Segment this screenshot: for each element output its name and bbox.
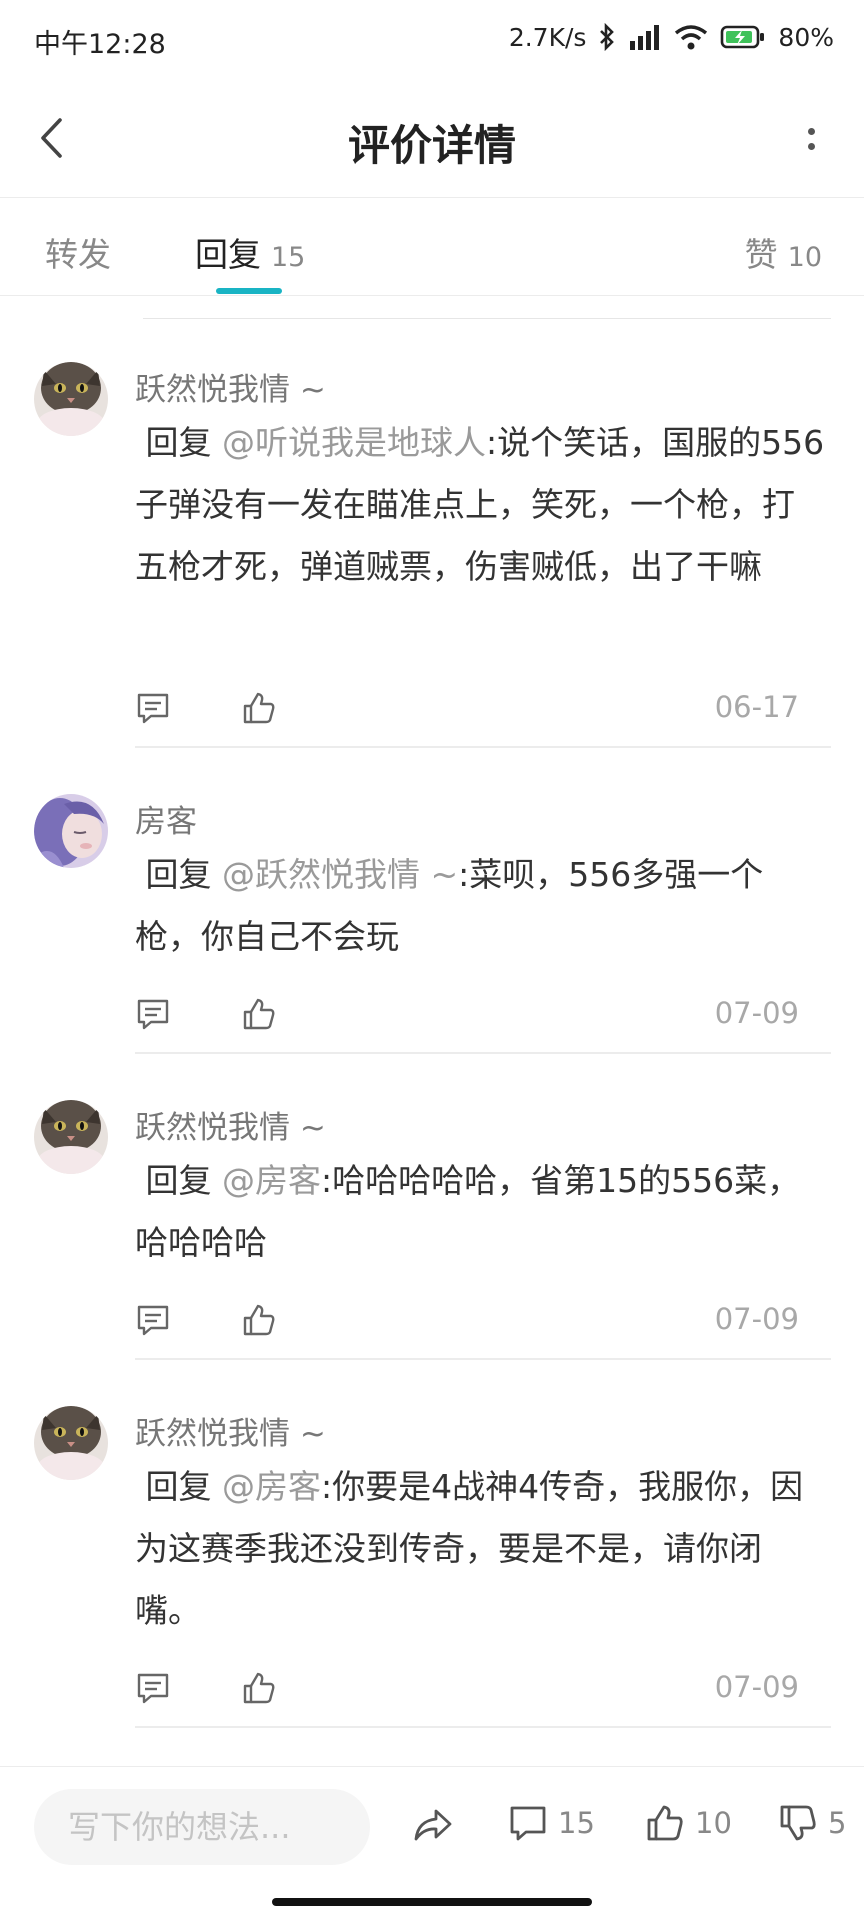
reply-prefix: 回复 bbox=[145, 423, 212, 462]
comment-date: 07-09 bbox=[714, 1302, 799, 1336]
tab-bar: 转发 回复 15 赞 10 bbox=[0, 198, 864, 296]
tab-like[interactable]: 赞 10 bbox=[745, 228, 822, 276]
comment-date: 07-09 bbox=[714, 1670, 799, 1704]
comment-date: 06-17 bbox=[714, 690, 799, 724]
status-bar: 中午12:28 2.7K/s 80% bbox=[0, 0, 864, 78]
anime-avatar-icon bbox=[34, 794, 108, 868]
tab-forward-label: 转发 bbox=[45, 235, 111, 274]
tab-forward[interactable]: 转发 bbox=[45, 228, 111, 276]
dislike-count: 5 bbox=[828, 1806, 847, 1840]
avatar[interactable] bbox=[34, 362, 108, 436]
comment-actions: 07-09 bbox=[135, 996, 825, 1036]
battery-icon bbox=[720, 23, 766, 51]
comment-count-button[interactable]: 15 bbox=[508, 1803, 595, 1843]
tab-reply-count: 15 bbox=[271, 242, 306, 273]
tab-reply-label: 回复 bbox=[195, 235, 261, 274]
comment-date: 07-09 bbox=[714, 996, 799, 1030]
comment-author[interactable]: 跃然悦我情 ~ bbox=[135, 1102, 326, 1147]
bluetooth-icon bbox=[598, 23, 616, 51]
status-time: 中午12:28 bbox=[34, 29, 166, 60]
reply-prefix: 回复 bbox=[145, 855, 212, 894]
thumbs-up-icon[interactable] bbox=[241, 690, 277, 726]
reply-prefix: 回复 bbox=[145, 1467, 212, 1506]
thumbs-up-icon bbox=[647, 1805, 683, 1841]
divider bbox=[135, 746, 831, 748]
cat-avatar-icon bbox=[34, 1100, 108, 1174]
divider bbox=[143, 318, 831, 319]
like-button[interactable]: 10 bbox=[645, 1803, 732, 1843]
app-header: 评价详情 bbox=[0, 78, 864, 198]
comment-text: 回复 @跃然悦我情 ~:菜呗，556多强一个枪，你自己不会玩 bbox=[135, 844, 825, 968]
divider bbox=[135, 1726, 831, 1728]
bottom-action-bar: 15 10 5 bbox=[0, 1766, 864, 1886]
reply-comment-icon[interactable] bbox=[135, 690, 171, 726]
page-title: 评价详情 bbox=[347, 121, 516, 170]
mention-link[interactable]: @房客 bbox=[222, 1161, 321, 1200]
comment-actions: 06-17 bbox=[135, 690, 825, 730]
dislike-button[interactable]: 5 bbox=[778, 1803, 846, 1843]
divider bbox=[135, 1052, 831, 1054]
thumbs-up-icon[interactable] bbox=[241, 1302, 277, 1338]
more-options-button[interactable] bbox=[788, 116, 834, 162]
avatar[interactable] bbox=[34, 794, 108, 868]
wifi-icon bbox=[674, 23, 708, 51]
battery-percent: 80% bbox=[778, 22, 834, 52]
like-count: 10 bbox=[695, 1806, 732, 1840]
mention-link[interactable]: @房客 bbox=[222, 1467, 321, 1506]
comment-count: 15 bbox=[558, 1806, 595, 1840]
divider bbox=[135, 1358, 831, 1360]
thumbs-up-icon[interactable] bbox=[241, 996, 277, 1032]
thumbs-down-icon bbox=[780, 1805, 816, 1841]
home-indicator[interactable] bbox=[272, 1898, 592, 1906]
signal-icon bbox=[628, 23, 662, 51]
tab-like-label: 赞 bbox=[744, 235, 778, 274]
comment-bubble-icon bbox=[510, 1806, 546, 1841]
comment-actions: 07-09 bbox=[135, 1670, 825, 1710]
more-dot-icon bbox=[807, 128, 815, 135]
comment-author[interactable]: 跃然悦我情 ~ bbox=[135, 364, 326, 409]
share-icon bbox=[414, 1809, 452, 1841]
comment-author[interactable]: 跃然悦我情 ~ bbox=[135, 1408, 326, 1453]
tab-like-count: 10 bbox=[787, 242, 822, 273]
tab-reply[interactable]: 回复 15 bbox=[195, 228, 305, 276]
avatar[interactable] bbox=[34, 1100, 108, 1174]
thumbs-up-icon[interactable] bbox=[241, 1670, 277, 1706]
status-icons: 2.7K/s 80% bbox=[509, 20, 834, 54]
network-speed: 2.7K/s bbox=[508, 22, 587, 52]
reply-prefix: 回复 bbox=[145, 1161, 212, 1200]
cat-avatar-icon bbox=[34, 1406, 108, 1480]
reply-comment-icon[interactable] bbox=[135, 996, 171, 1032]
active-tab-indicator bbox=[216, 288, 282, 294]
comment-actions: 07-09 bbox=[135, 1302, 825, 1342]
more-dot-icon bbox=[807, 143, 815, 150]
comment-text: 回复 @房客:你要是4战神4传奇，我服你，因为这赛季我还没到传奇，要是不是，请你… bbox=[135, 1456, 825, 1642]
comment-text: 回复 @房客:哈哈哈哈哈，省第15的556菜，哈哈哈哈 bbox=[135, 1150, 825, 1274]
comment-text: 回复 @听说我是地球人:说个笑话，国服的556子弹没有一发在瞄准点上，笑死，一个… bbox=[135, 412, 825, 598]
comment-input[interactable] bbox=[34, 1789, 370, 1865]
mention-link[interactable]: @跃然悦我情 ~ bbox=[222, 855, 458, 894]
reply-comment-icon[interactable] bbox=[135, 1302, 171, 1338]
cat-avatar-icon bbox=[34, 362, 108, 436]
avatar[interactable] bbox=[34, 1406, 108, 1480]
comment-author[interactable]: 房客 bbox=[135, 796, 197, 841]
reply-comment-icon[interactable] bbox=[135, 1670, 171, 1706]
share-button[interactable] bbox=[410, 1803, 454, 1847]
mention-link[interactable]: @听说我是地球人 bbox=[222, 423, 486, 462]
